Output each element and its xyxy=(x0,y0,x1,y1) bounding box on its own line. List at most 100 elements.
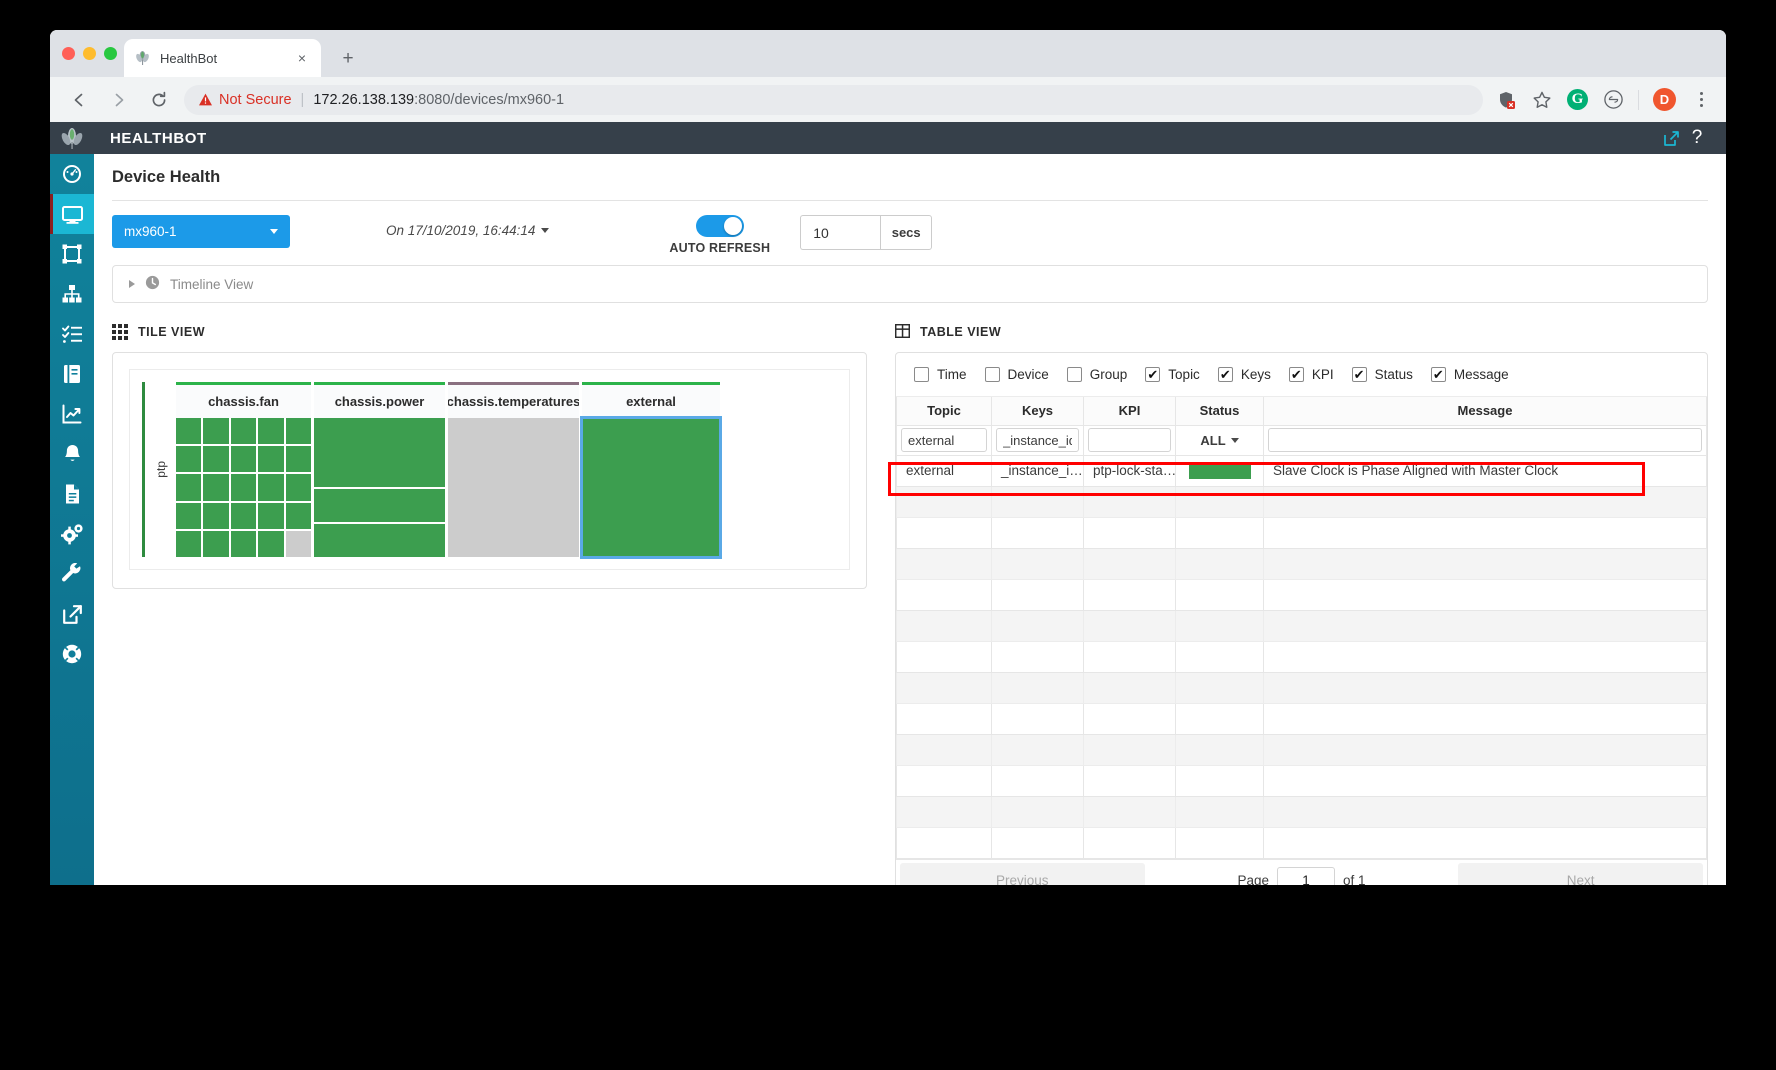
tile-cell[interactable] xyxy=(258,446,284,473)
column-toggle-device[interactable] xyxy=(984,367,1000,382)
profile-avatar[interactable]: D xyxy=(1653,88,1676,111)
timestamp-select[interactable]: On 17/10/2019, 16:44:14 xyxy=(386,223,550,238)
tile-group-body[interactable] xyxy=(314,418,445,557)
tile-group-body[interactable] xyxy=(580,416,722,559)
sidebar-item-network-health[interactable] xyxy=(50,234,94,274)
tile-cell[interactable] xyxy=(230,474,257,501)
tile-cell[interactable] xyxy=(314,524,445,557)
column-header-keys[interactable]: Keys xyxy=(991,397,1084,426)
column-toggle-kpi[interactable] xyxy=(1288,367,1304,382)
shield-blocked-icon[interactable] xyxy=(1495,89,1517,111)
refresh-interval-input[interactable] xyxy=(800,215,881,250)
minimize-window-button[interactable] xyxy=(83,47,96,60)
filter-topic-input[interactable] xyxy=(901,428,987,452)
tile-cell[interactable] xyxy=(230,418,257,445)
tile-cell[interactable] xyxy=(203,418,229,445)
address-bar[interactable]: Not Secure | 172.26.138.139 :8080/device… xyxy=(184,84,1483,115)
table-view-section: TABLE VIEW Time Device Group ✔ Topic ✔ K… xyxy=(888,323,1708,885)
sidebar-item-tools[interactable] xyxy=(50,554,94,594)
tile-group-chassis-temperatures[interactable]: chassis.temperatures xyxy=(448,382,579,557)
filter-kpi-input[interactable] xyxy=(1088,428,1171,452)
sidebar-item-device-health[interactable] xyxy=(50,194,94,234)
tile-cell[interactable] xyxy=(314,489,445,523)
previous-page-button[interactable]: Previous xyxy=(900,863,1145,885)
page-number-input[interactable] xyxy=(1276,867,1335,885)
sidebar-item-settings[interactable] xyxy=(50,514,94,554)
auto-refresh-control: AUTO REFRESH xyxy=(669,215,770,255)
grammarly-icon[interactable]: G xyxy=(1567,89,1588,110)
tile-group-chassis-power[interactable]: chassis.power xyxy=(314,382,445,557)
tile-cell[interactable] xyxy=(314,418,445,488)
column-toggle-keys[interactable] xyxy=(1217,367,1233,382)
tile-cell[interactable] xyxy=(176,446,202,473)
sidebar-item-topology[interactable] xyxy=(50,274,94,314)
tile-cell[interactable] xyxy=(176,418,202,445)
column-toggle-time[interactable] xyxy=(914,367,929,382)
tile-group-chassis-fan[interactable]: chassis.fan xyxy=(176,382,311,557)
tile-cell[interactable] xyxy=(258,474,284,501)
sidebar-item-analytics[interactable] xyxy=(50,394,94,434)
sidebar-item-dashboard[interactable] xyxy=(50,154,94,194)
sidebar-item-tasks[interactable] xyxy=(50,314,94,354)
tile-cell[interactable] xyxy=(203,474,229,501)
star-icon[interactable] xyxy=(1531,89,1553,111)
tile-cell[interactable] xyxy=(230,446,257,473)
tile-cell[interactable] xyxy=(448,418,579,557)
auto-refresh-toggle[interactable] xyxy=(695,215,744,237)
column-toggle-topic[interactable] xyxy=(1145,367,1161,382)
filter-status-select[interactable]: ALL xyxy=(1180,433,1259,448)
help-icon[interactable]: ? xyxy=(1684,127,1710,149)
column-header-topic[interactable]: Topic xyxy=(896,397,992,426)
chrome-menu-icon[interactable] xyxy=(1690,89,1712,111)
tile-cell[interactable] xyxy=(176,474,202,501)
filter-keys-input[interactable] xyxy=(996,428,1079,452)
extension-icon[interactable] xyxy=(1602,89,1624,111)
timeline-view-accordion[interactable]: Timeline View xyxy=(112,265,1708,303)
tile-cell[interactable] xyxy=(230,530,257,557)
tile-cell[interactable] xyxy=(258,530,284,557)
external-link-icon[interactable] xyxy=(1658,130,1684,147)
tile-cell[interactable] xyxy=(176,530,202,557)
reload-button[interactable] xyxy=(144,85,174,115)
tile-cell[interactable] xyxy=(258,418,284,445)
checklist-icon xyxy=(61,323,83,345)
new-tab-button[interactable]: + xyxy=(333,43,363,73)
tile-cell[interactable] xyxy=(285,474,311,501)
sidebar-item-reports[interactable] xyxy=(50,354,94,394)
column-header-status[interactable]: Status xyxy=(1175,397,1264,426)
tile-cell[interactable] xyxy=(230,502,257,529)
back-button[interactable] xyxy=(64,85,94,115)
tile-cell[interactable] xyxy=(285,418,311,445)
tile-group-external[interactable]: external xyxy=(580,382,722,559)
tile-cell[interactable] xyxy=(258,502,284,529)
tile-cell[interactable] xyxy=(285,446,311,473)
browser-tab[interactable]: HealthBot × xyxy=(124,39,321,77)
sidebar-item-support[interactable] xyxy=(50,634,94,674)
forward-button[interactable] xyxy=(104,85,134,115)
tile-cell[interactable] xyxy=(203,446,229,473)
column-toggle-message-label: Message xyxy=(1453,367,1509,382)
column-header-message[interactable]: Message xyxy=(1263,397,1707,426)
close-tab-button[interactable]: × xyxy=(293,49,311,67)
column-header-kpi[interactable]: KPI xyxy=(1083,397,1176,426)
tile-cell[interactable] xyxy=(285,502,311,529)
tile-group-body[interactable] xyxy=(448,418,579,557)
sidebar-item-documents[interactable] xyxy=(50,474,94,514)
column-toggle-message[interactable] xyxy=(1430,367,1446,382)
sidebar-item-alerts[interactable] xyxy=(50,434,94,474)
table-row[interactable]: external _instance_i… ptp-lock-sta… Slav… xyxy=(896,454,1707,487)
tile-cell[interactable] xyxy=(582,418,720,557)
close-window-button[interactable] xyxy=(62,47,75,60)
sidebar-item-launch[interactable] xyxy=(50,594,94,634)
device-select[interactable]: mx960-1 xyxy=(112,215,290,248)
column-toggle-group[interactable] xyxy=(1066,367,1082,382)
next-page-button[interactable]: Next xyxy=(1458,863,1703,885)
tile-cell[interactable] xyxy=(203,530,229,557)
maximize-window-button[interactable] xyxy=(104,47,117,60)
tile-cell[interactable] xyxy=(203,502,229,529)
tile-group-body[interactable] xyxy=(176,418,311,557)
column-toggle-status[interactable] xyxy=(1351,367,1367,382)
tile-cell[interactable] xyxy=(285,530,311,557)
filter-message-input[interactable] xyxy=(1268,428,1702,452)
tile-cell[interactable] xyxy=(176,502,202,529)
